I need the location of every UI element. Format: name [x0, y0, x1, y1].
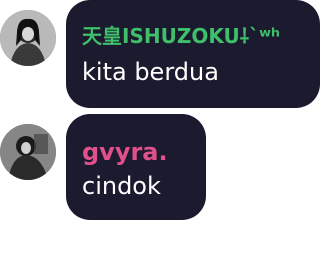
user-avatar-icon — [0, 10, 56, 66]
user-avatar[interactable] — [0, 10, 56, 66]
message-text: kita berdua — [82, 58, 219, 86]
message-username[interactable]: 天皇ISHUZOKU⸸`ʷʰ — [82, 20, 280, 49]
message-text: cindok — [82, 172, 161, 200]
user-avatar-icon — [0, 124, 56, 180]
user-avatar[interactable] — [0, 124, 56, 180]
chat-log: 天皇ISHUZOKU⸸`ʷʰ kita berdua gvyra. cindok — [0, 0, 320, 272]
message-bubble: gvyra. cindok — [66, 114, 206, 220]
message-bubble: 天皇ISHUZOKU⸸`ʷʰ kita berdua — [66, 0, 320, 108]
message-username[interactable]: gvyra. — [82, 138, 168, 166]
